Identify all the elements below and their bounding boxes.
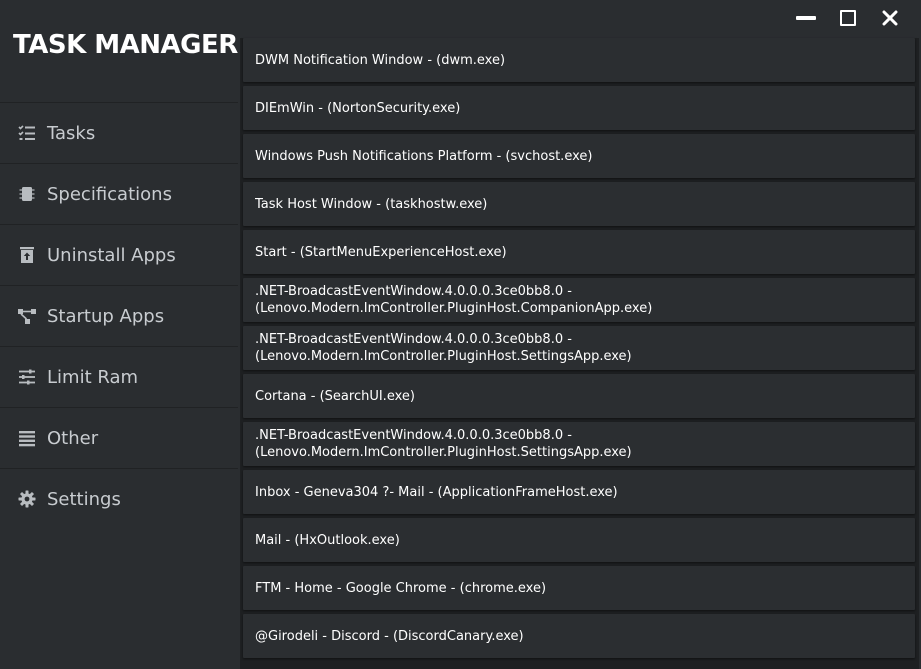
- sidebar-item-label: Settings: [47, 488, 121, 510]
- process-row[interactable]: DWM Notification Window - (dwm.exe): [243, 38, 915, 82]
- app-title: TASK MANAGER: [13, 30, 238, 60]
- process-name: .NET-BroadcastEventWindow.4.0.0.0.3ce0bb…: [255, 284, 653, 316]
- process-list: DWM Notification Window - (dwm.exe) DIEm…: [240, 38, 919, 669]
- process-row[interactable]: Inbox - Geneva304 ?- Mail - (Application…: [243, 470, 915, 514]
- sidebar-nav: Tasks Specifications Uninstall Apps Star…: [0, 102, 238, 529]
- sidebar-item-tasks[interactable]: Tasks: [0, 102, 238, 163]
- sidebar-item-label: Uninstall Apps: [47, 244, 176, 266]
- process-row[interactable]: @Girodeli - Discord - (DiscordCanary.exe…: [243, 614, 915, 658]
- list-icon: [17, 428, 37, 448]
- flow-icon: [17, 306, 37, 326]
- process-name: Inbox - Geneva304 ?- Mail - (Application…: [255, 484, 618, 500]
- process-row[interactable]: Cortana - (SearchUI.exe): [243, 374, 915, 418]
- process-row[interactable]: DIEmWin - (NortonSecurity.exe): [243, 86, 915, 130]
- process-name: Task Host Window - (taskhostw.exe): [255, 196, 488, 212]
- sidebar-item-specifications[interactable]: Specifications: [0, 163, 238, 224]
- process-row[interactable]: .NET-BroadcastEventWindow.4.0.0.0.3ce0bb…: [243, 326, 915, 370]
- process-name: .NET-BroadcastEventWindow.4.0.0.0.3ce0bb…: [255, 428, 632, 460]
- gear-icon: [17, 489, 37, 509]
- process-row[interactable]: .NET-BroadcastEventWindow.4.0.0.0.3ce0bb…: [243, 278, 915, 322]
- trash-upload-icon: [17, 245, 37, 265]
- sidebar-item-label: Specifications: [47, 183, 172, 205]
- sidebar-item-startup-apps[interactable]: Startup Apps: [0, 285, 238, 346]
- process-name: Windows Push Notifications Platform - (s…: [255, 148, 593, 164]
- sidebar-item-label: Limit Ram: [47, 366, 139, 388]
- close-icon: [882, 10, 898, 26]
- maximize-button[interactable]: [827, 6, 869, 30]
- sidebar-item-settings[interactable]: Settings: [0, 468, 238, 529]
- minimize-button[interactable]: [785, 6, 827, 30]
- process-name: Mail - (HxOutlook.exe): [255, 532, 400, 548]
- process-name: DWM Notification Window - (dwm.exe): [255, 52, 506, 68]
- sidebar-item-label: Other: [47, 427, 99, 449]
- maximize-icon: [840, 10, 856, 26]
- sliders-icon: [17, 367, 37, 387]
- minimize-icon: [796, 16, 816, 20]
- window-controls: [785, 6, 911, 30]
- process-row[interactable]: Windows Push Notifications Platform - (s…: [243, 134, 915, 178]
- process-name: .NET-BroadcastEventWindow.4.0.0.0.3ce0bb…: [255, 332, 632, 364]
- process-name: DIEmWin - (NortonSecurity.exe): [255, 100, 461, 116]
- process-row[interactable]: Mail - (HxOutlook.exe): [243, 518, 915, 562]
- sidebar-item-label: Startup Apps: [47, 305, 165, 327]
- process-name: Start - (StartMenuExperienceHost.exe): [255, 244, 507, 260]
- sidebar: TASK MANAGER Tasks Specifications Uninst…: [0, 0, 238, 669]
- process-row[interactable]: FTM - Home - Google Chrome - (chrome.exe…: [243, 566, 915, 610]
- sidebar-item-uninstall-apps[interactable]: Uninstall Apps: [0, 224, 238, 285]
- task-list-icon: [17, 123, 37, 143]
- sidebar-item-other[interactable]: Other: [0, 407, 238, 468]
- process-name: Cortana - (SearchUI.exe): [255, 388, 415, 404]
- sidebar-item-label: Tasks: [47, 122, 96, 144]
- close-button[interactable]: [869, 6, 911, 30]
- chip-icon: [17, 184, 37, 204]
- sidebar-item-limit-ram[interactable]: Limit Ram: [0, 346, 238, 407]
- process-row[interactable]: .NET-BroadcastEventWindow.4.0.0.0.3ce0bb…: [243, 422, 915, 466]
- process-name: @Girodeli - Discord - (DiscordCanary.exe…: [255, 628, 524, 644]
- process-row[interactable]: Task Host Window - (taskhostw.exe): [243, 182, 915, 226]
- process-row[interactable]: Start - (StartMenuExperienceHost.exe): [243, 230, 915, 274]
- process-name: FTM - Home - Google Chrome - (chrome.exe…: [255, 580, 547, 596]
